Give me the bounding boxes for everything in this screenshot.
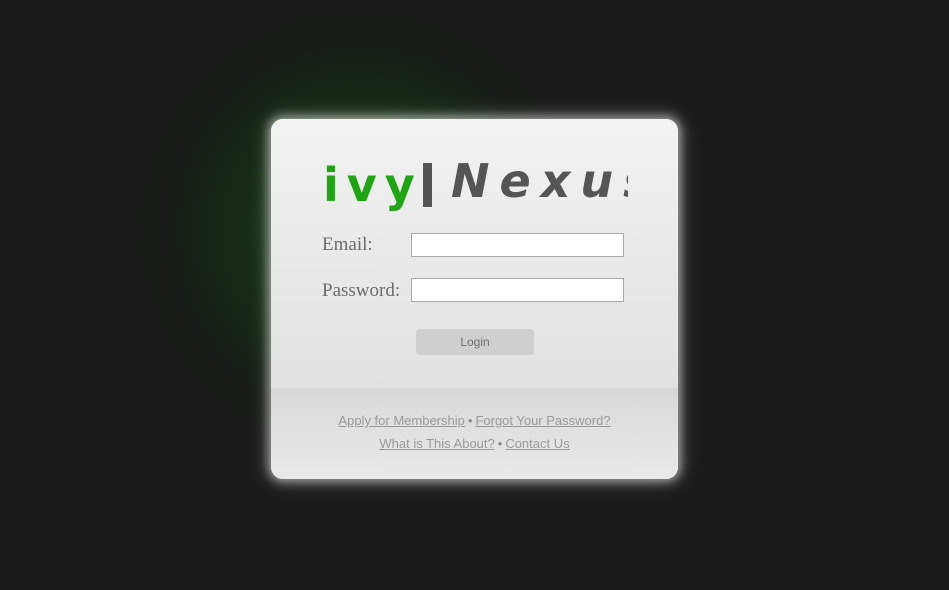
page-background: ivy Nexus Email: Password: Login Apply f… [0, 0, 949, 590]
footer-links-row-1: Apply for Membership • Forgot Your Passwor… [271, 413, 678, 428]
password-label: Password: [322, 280, 401, 301]
footer-links-row-2: What is This About? • Contact Us [271, 436, 678, 451]
email-label: Email: [322, 234, 373, 255]
apply-membership-link[interactable]: Apply for Membership [338, 413, 464, 428]
link-separator: • [497, 436, 503, 451]
contact-us-link[interactable]: Contact Us [505, 436, 569, 451]
forgot-password-link[interactable]: Forgot Your Password? [475, 413, 610, 428]
logo-ivy-text: ivy [323, 158, 423, 212]
email-field[interactable] [411, 233, 624, 257]
about-link[interactable]: What is This About? [379, 436, 494, 451]
ivy-nexus-logo: ivy Nexus [323, 157, 628, 212]
logo-divider [423, 163, 432, 207]
link-separator: • [467, 413, 473, 428]
login-card-footer [271, 388, 678, 479]
login-button[interactable]: Login [416, 329, 534, 355]
logo-nexus-text: Nexus [451, 157, 628, 208]
login-card: ivy Nexus Email: Password: Login Apply f… [271, 119, 678, 479]
password-field[interactable] [411, 278, 624, 302]
